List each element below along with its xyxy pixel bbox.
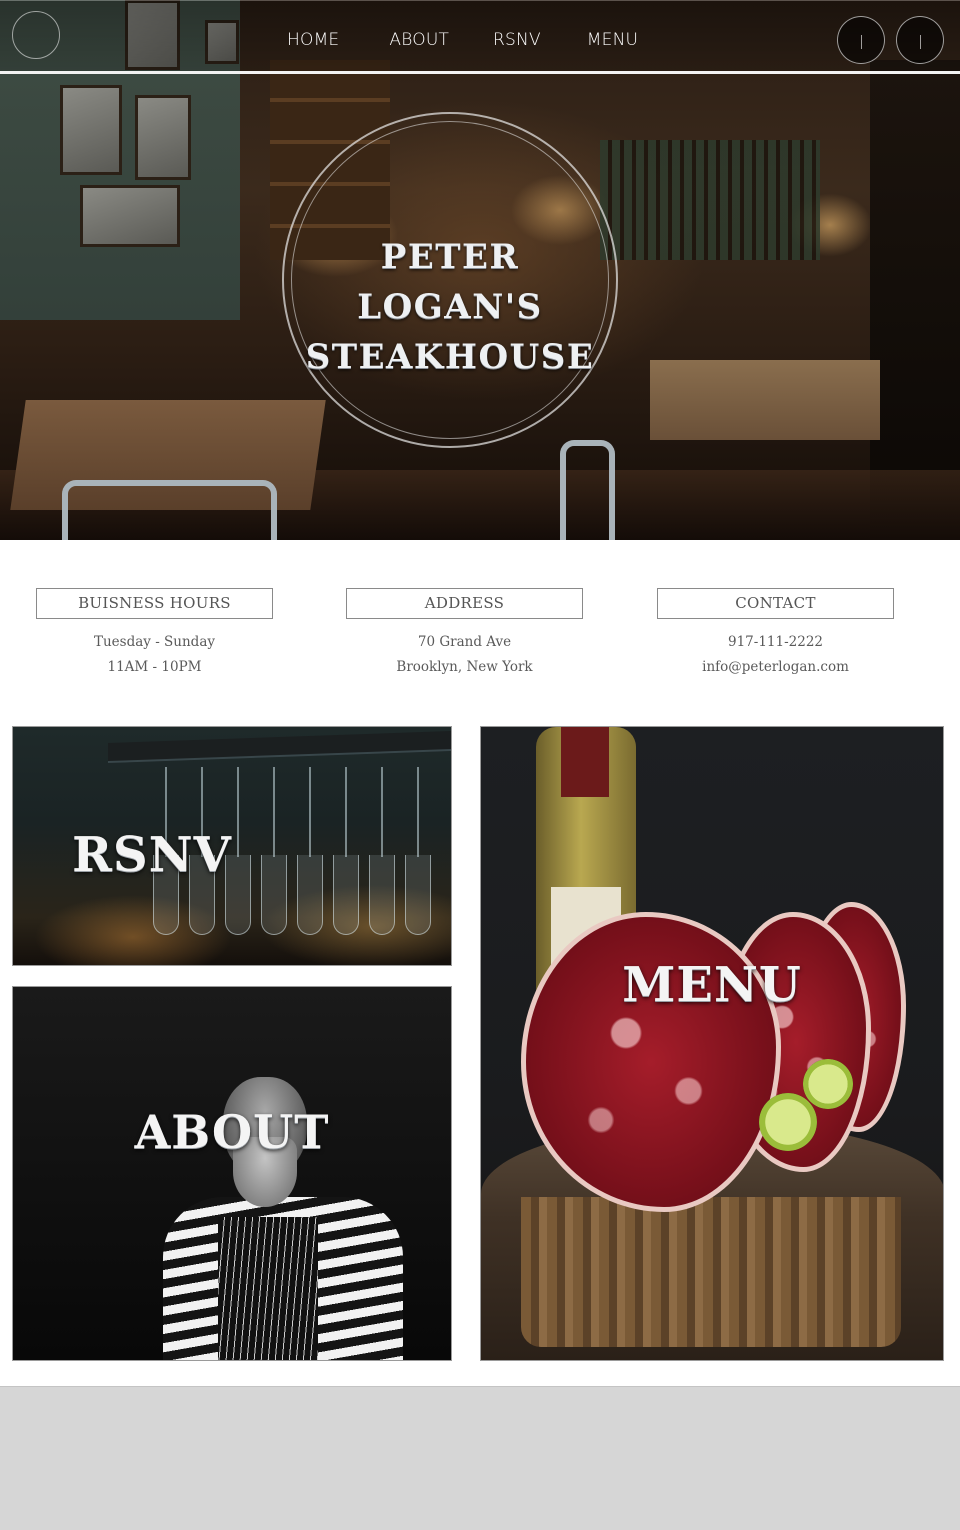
address-heading: ADDRESS bbox=[346, 588, 583, 619]
nav-home-link[interactable]: HOME bbox=[287, 30, 339, 50]
oil-bottle-cap bbox=[561, 727, 609, 797]
nav-links: HOME ABOUT RSNV MENU bbox=[287, 30, 638, 50]
contact-phone[interactable]: 917-111-2222 bbox=[657, 630, 894, 655]
address-street: 70 Grand Ave bbox=[417, 634, 512, 650]
hero-table bbox=[650, 360, 880, 440]
contact-section: CONTACT 917-111-2222 info@peterlogan.com bbox=[657, 588, 894, 680]
business-hours-times: 11AM - 10PM bbox=[107, 659, 202, 675]
contact-email[interactable]: info@peterlogan.com bbox=[657, 655, 894, 680]
wine-glass bbox=[369, 767, 395, 957]
wood-board-side bbox=[521, 1197, 901, 1347]
restaurant-title-line2: STEAKHOUSE bbox=[305, 337, 595, 377]
hero-photo-frame bbox=[80, 185, 180, 247]
restaurant-title: PETER LOGAN'S STEAKHOUSE bbox=[282, 232, 618, 382]
logo-icon[interactable] bbox=[12, 11, 60, 59]
business-hours-heading: BUISNESS HOURS bbox=[36, 588, 273, 619]
footer bbox=[0, 1386, 960, 1530]
lime-slice bbox=[803, 1059, 853, 1109]
hero-chair bbox=[560, 440, 615, 540]
about-tile-title: ABOUT bbox=[134, 1105, 330, 1159]
rsnv-tile-title: RSNV bbox=[72, 827, 232, 883]
hero-photo-frame bbox=[60, 85, 122, 175]
social-icon[interactable] bbox=[837, 16, 885, 64]
social-glyph-icon bbox=[920, 35, 921, 49]
nav-menu-link[interactable]: MENU bbox=[587, 30, 638, 50]
wine-glass bbox=[405, 767, 431, 957]
business-hours-days: Tuesday - Sunday bbox=[93, 634, 216, 650]
hero-bottles bbox=[600, 140, 820, 260]
address-city: Brooklyn, New York bbox=[396, 659, 533, 675]
address-section: ADDRESS 70 Grand Ave Brooklyn, New York bbox=[346, 588, 583, 680]
restaurant-title-line1: PETER LOGAN'S bbox=[357, 237, 543, 327]
hero-banner: HOME ABOUT RSNV MENU PETER LOGAN'S STEAK… bbox=[0, 0, 960, 540]
contact-heading: CONTACT bbox=[657, 588, 894, 619]
lime-slice bbox=[759, 1093, 817, 1151]
hero-chair bbox=[62, 480, 277, 540]
hero-wall-right bbox=[870, 60, 960, 540]
social-glyph-icon bbox=[861, 35, 862, 49]
social-icon[interactable] bbox=[896, 16, 944, 64]
nav-about-link[interactable]: ABOUT bbox=[389, 30, 449, 50]
rsnv-tile[interactable]: RSNV bbox=[12, 726, 452, 966]
menu-tile[interactable]: MENU bbox=[480, 726, 944, 1361]
about-tile[interactable]: ABOUT bbox=[12, 986, 452, 1361]
glass-rack bbox=[108, 730, 451, 764]
menu-tile-title: MENU bbox=[622, 957, 802, 1013]
business-hours-section: BUISNESS HOURS Tuesday - Sunday 11AM - 1… bbox=[36, 588, 273, 680]
nav-rsnv-link[interactable]: RSNV bbox=[493, 30, 541, 50]
top-nav: HOME ABOUT RSNV MENU bbox=[0, 0, 960, 74]
hero-photo-frame bbox=[135, 95, 191, 180]
